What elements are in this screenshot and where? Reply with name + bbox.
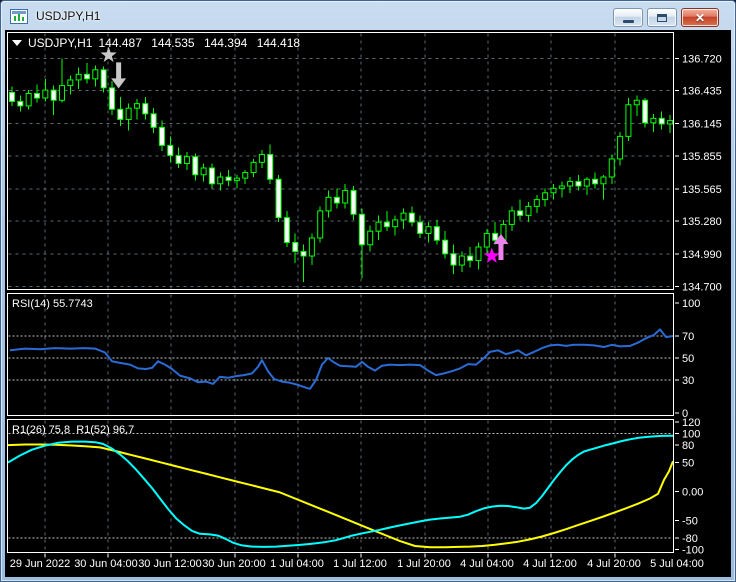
close-button[interactable]: ✕ bbox=[681, 8, 719, 27]
header-ohlc: 144.487 144.535 144.394 144.418 bbox=[98, 36, 306, 50]
r1-indicator-label: R1(26) 75,8 R1(52) 96,7 bbox=[12, 424, 135, 436]
header-low: 144.394 bbox=[203, 36, 248, 50]
window-title: USDJPY,H1 bbox=[36, 8, 101, 23]
main-chart-panel[interactable] bbox=[7, 32, 676, 291]
minimize-icon bbox=[622, 20, 634, 23]
header-close: 144.418 bbox=[256, 36, 301, 50]
restore-icon bbox=[657, 13, 667, 22]
restore-button[interactable] bbox=[647, 8, 677, 27]
mt4-chart-window: USDJPY,H1 ✕ 136.720 136.435 136.145 135.855… bbox=[0, 0, 736, 582]
symbol-dropdown-icon[interactable] bbox=[12, 40, 22, 46]
r1-panel[interactable] bbox=[7, 419, 676, 553]
rsi-panel[interactable] bbox=[7, 293, 676, 416]
price-axis[interactable] bbox=[675, 30, 731, 553]
header-high: 144.535 bbox=[151, 36, 195, 50]
close-icon: ✕ bbox=[694, 10, 706, 25]
header-open: 144.487 bbox=[98, 36, 142, 50]
chart-icon[interactable] bbox=[10, 8, 28, 24]
chart-ohlc-header: USDJPY,H1 144.487 144.535 144.394 144.41… bbox=[12, 36, 306, 50]
header-symbol: USDJPY,H1 bbox=[28, 36, 93, 50]
rsi-indicator-label: RSI(14) 55.7743 bbox=[12, 298, 93, 310]
chart-client-area bbox=[5, 30, 731, 577]
time-axis[interactable] bbox=[5, 553, 731, 577]
window-titlebar[interactable]: USDJPY,H1 ✕ bbox=[1, 1, 735, 30]
minimize-button[interactable] bbox=[613, 8, 643, 27]
